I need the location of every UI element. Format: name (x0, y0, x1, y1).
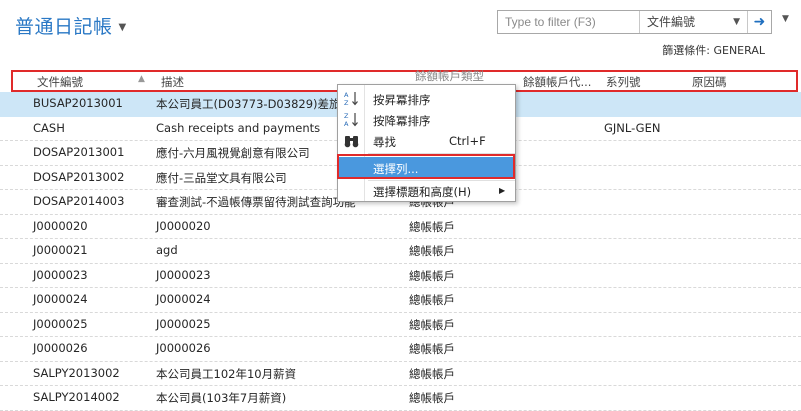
column-header-series-no[interactable]: 系列號 (606, 74, 641, 90)
column-header-description[interactable]: 描述 (161, 74, 184, 90)
menu-item-label: 尋找 (373, 135, 396, 149)
series-cell: GJNL-GEN (604, 120, 661, 135)
document-no-cell: J0000023 (33, 267, 88, 282)
menu-item-sort-ascending[interactable]: A Z 按昇冪排序 (338, 88, 515, 109)
menu-item-caption-and-height[interactable]: 選擇標題和高度(H) ▶ (338, 180, 515, 201)
description-cell: 應付-三品堂文具有限公司 (156, 170, 287, 185)
account-type-cell: 總帳帳戶 (409, 391, 455, 405)
svg-text:Z: Z (344, 112, 349, 120)
column-header-balance-account-type[interactable]: 餘額帳戶類型 (415, 68, 484, 84)
description-cell: Cash receipts and payments (156, 120, 321, 135)
account-type-cell: 總帳帳戶 (409, 366, 455, 381)
svg-text:A: A (344, 120, 349, 128)
description-cell: J0000024 (156, 292, 211, 306)
account-type-cell: 總帳帳戶 (409, 317, 455, 332)
document-no-cell: DOSAP2014003 (33, 194, 125, 208)
document-no-cell: J0000020 (33, 218, 88, 233)
page-title[interactable]: 普通日記帳 ▼ (15, 12, 127, 39)
menu-item-choose-columns[interactable]: 選擇列... (337, 154, 515, 179)
document-no-cell: SALPY2013002 (33, 365, 120, 380)
document-no-cell: DOSAP2013002 (33, 169, 125, 184)
account-type-cell: 總帳帳戶 (409, 219, 455, 234)
description-cell: 審查測試-不過帳傳票留待測試查詢功能 (156, 195, 356, 209)
table-row[interactable]: J0000025 J0000025 總帳帳戶 (0, 313, 801, 337)
account-type-cell: 總帳帳戶 (409, 268, 455, 283)
chevron-down-icon: ▼ (118, 22, 127, 33)
filter-field-value: 文件編號 (647, 15, 696, 29)
description-cell: agd (156, 243, 178, 257)
filter-divider (639, 11, 640, 33)
account-type-cell: 總帳帳戶 (409, 293, 455, 307)
collapse-icon[interactable]: ▼ (782, 14, 789, 24)
document-no-cell: J0000024 (33, 292, 88, 306)
document-no-cell: DOSAP2013001 (33, 145, 125, 159)
page-title-text: 普通日記帳 (15, 16, 113, 38)
filter-field-select[interactable]: 文件編號 ▼ (641, 11, 746, 33)
description-cell: J0000026 (156, 341, 211, 355)
document-no-cell: J0000026 (33, 341, 88, 355)
binoculars-icon (344, 136, 359, 148)
column-header-document-no[interactable]: 文件編號 (37, 74, 83, 90)
menu-item-label: 按降冪排序 (373, 114, 431, 128)
table-row[interactable]: SALPY2014002 本公司員(103年7月薪資) 總帳帳戶 (0, 386, 801, 411)
sort-ascending-icon: A Z (344, 91, 358, 107)
table-row[interactable]: J0000021 agd 總帳帳戶 (0, 239, 801, 264)
document-no-cell: SALPY2014002 (33, 390, 120, 404)
menu-item-label: 按昇冪排序 (373, 93, 431, 107)
table-row[interactable]: J0000026 J0000026 總帳帳戶 (0, 337, 801, 362)
document-no-cell: J0000021 (33, 243, 88, 257)
menu-item-shortcut: Ctrl+F (449, 134, 486, 148)
description-cell: 本公司員工(D03773-D03829)差旅 (156, 97, 341, 111)
description-cell: 應付-六月風視覺創意有限公司 (156, 146, 310, 160)
column-header-balance-account-no[interactable]: 餘額帳戶代... (523, 74, 591, 90)
highlight-outline (337, 154, 515, 179)
filter-bar: 文件編號 ▼ ➜ (497, 10, 772, 34)
arrow-right-icon: ➜ (753, 14, 766, 30)
chevron-right-icon: ▶ (499, 186, 506, 195)
description-cell: J0000025 (156, 316, 211, 331)
sort-ascending-icon: ▲ (138, 74, 145, 84)
filter-summary: 篩選條件: GENERAL (662, 44, 765, 57)
filter-input[interactable] (498, 11, 638, 33)
account-type-cell: 總帳帳戶 (409, 244, 455, 258)
menu-item-sort-descending[interactable]: Z A 按降冪排序 (338, 109, 515, 130)
account-type-cell: 總帳帳戶 (409, 342, 455, 356)
apply-filter-button[interactable]: ➜ (748, 11, 771, 33)
chevron-down-icon: ▼ (733, 17, 740, 27)
column-header-reason-code[interactable]: 原因碼 (692, 74, 727, 90)
table-row[interactable]: J0000020 J0000020 總帳帳戶 (0, 215, 801, 239)
table-row[interactable]: J0000024 J0000024 總帳帳戶 (0, 288, 801, 313)
menu-separator (368, 153, 515, 154)
table-row[interactable]: SALPY2013002 本公司員工102年10月薪資 總帳帳戶 (0, 362, 801, 386)
document-no-cell: J0000025 (33, 316, 88, 331)
menu-item-label: 選擇列... (373, 162, 419, 176)
menu-item-find[interactable]: 尋找 Ctrl+F (338, 130, 515, 151)
menu-item-label: 選擇標題和高度(H) (373, 185, 472, 199)
description-cell: J0000023 (156, 267, 211, 282)
description-cell: 本公司員工102年10月薪資 (156, 366, 297, 381)
document-no-cell: BUSAP2013001 (33, 96, 123, 110)
svg-text:A: A (344, 91, 349, 99)
sort-descending-icon: Z A (344, 112, 358, 128)
svg-text:Z: Z (344, 99, 349, 107)
column-context-menu: A Z 按昇冪排序 Z A 按降冪排序 尋找 Ctrl+F 選擇列... 選擇標… (337, 84, 516, 202)
description-cell: J0000020 (156, 218, 211, 233)
document-no-cell: CASH (33, 120, 65, 135)
table-row[interactable]: J0000023 J0000023 總帳帳戶 (0, 264, 801, 288)
description-cell: 本公司員(103年7月薪資) (156, 391, 287, 405)
